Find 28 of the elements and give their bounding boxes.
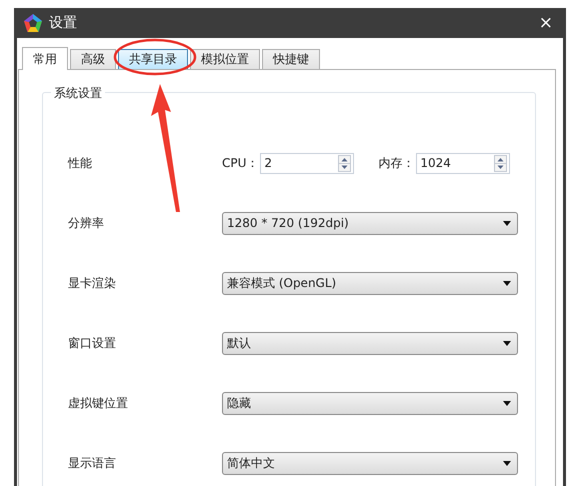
setting-label: 显卡渲染 xyxy=(68,274,117,292)
tab[interactable]: 高级 xyxy=(70,49,116,69)
spin-arrows-icon xyxy=(494,154,508,172)
caret-icon xyxy=(503,460,511,466)
dropdown[interactable]: 默认 xyxy=(222,332,518,354)
window-title: 设置 xyxy=(49,14,78,32)
setting-label: 显示语言 xyxy=(68,454,117,472)
setting-label: 分辨率 xyxy=(68,214,105,232)
caret-icon xyxy=(503,280,511,286)
dropdown[interactable]: 隐藏 xyxy=(222,392,518,414)
setting-label: 窗口设置 xyxy=(68,334,117,352)
caret-icon xyxy=(503,220,511,226)
caret-icon xyxy=(503,340,511,346)
close-button[interactable]: × xyxy=(534,13,557,33)
setting-label: 性能 xyxy=(68,154,93,172)
tab[interactable]: 模拟位置 xyxy=(190,49,260,69)
dropdown[interactable]: 简体中文 xyxy=(222,452,518,474)
caret-icon xyxy=(503,400,511,406)
field-label: CPU： xyxy=(222,154,258,172)
tab[interactable]: 快捷键 xyxy=(262,49,320,69)
setting-label: 虚拟键位置 xyxy=(68,394,129,412)
field-label: 内存： xyxy=(378,154,414,172)
logo-icon xyxy=(23,13,43,33)
tab[interactable]: 共享目录 xyxy=(118,49,188,69)
dropdown[interactable]: 1280 * 720 (192dpi) xyxy=(222,212,518,234)
dropdown[interactable]: 兼容模式 (OpenGL) xyxy=(222,272,518,294)
tab[interactable]: 常用 xyxy=(22,47,68,70)
spin-arrows-icon xyxy=(338,154,352,172)
